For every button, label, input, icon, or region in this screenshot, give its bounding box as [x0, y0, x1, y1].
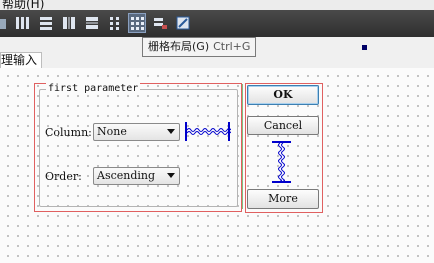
horizontal-spacer[interactable] [185, 122, 231, 142]
toolbar-button-break-layout[interactable] [151, 13, 169, 33]
layout-divider [242, 84, 243, 209]
more-button[interactable]: More [247, 189, 319, 209]
toolbar-button-form-layout[interactable] [106, 13, 124, 33]
adjust-size-icon [176, 16, 190, 30]
status-marker [362, 45, 367, 50]
toolbar-button-edit-widgets[interactable] [0, 13, 12, 33]
column-combobox[interactable]: None [93, 123, 180, 141]
tooltip-shortcut: Ctrl+G [213, 40, 251, 53]
parameter-groupbox [39, 89, 238, 207]
layout-vertical-icon [40, 17, 52, 30]
cancel-button[interactable]: Cancel [247, 116, 319, 135]
splitter-vertical-icon [86, 17, 98, 29]
menu-bar: 帮助(H) [0, 0, 434, 10]
toolbar-button-grid-layout[interactable] [128, 13, 146, 33]
toolbar-button-layout-vertical[interactable] [37, 13, 55, 33]
groupbox-title: first parameter [46, 83, 141, 94]
toolbar-button-layout-horizontal[interactable] [13, 13, 31, 33]
order-label: Order: [45, 170, 82, 183]
order-combobox[interactable]: Ascending [93, 167, 180, 185]
menu-help[interactable]: 帮助(H) [2, 0, 44, 10]
tooltip: 栅格布局(G) Ctrl+G [142, 37, 257, 57]
tab-active[interactable]: 理输入 [0, 52, 43, 68]
ok-button-label: OK [273, 88, 293, 101]
toolbar-button-splitter-vertical[interactable] [83, 13, 101, 33]
edit-widgets-icon [0, 19, 6, 29]
cancel-button-label: Cancel [263, 119, 303, 132]
toolbar-button-adjust-size[interactable] [174, 13, 192, 33]
layout-horizontal-icon [16, 17, 29, 29]
form-layout-icon [110, 17, 119, 30]
ok-button[interactable]: OK [247, 85, 319, 105]
break-layout-icon [154, 18, 167, 29]
chevron-down-icon [167, 173, 175, 178]
order-combobox-value: Ascending [97, 169, 156, 182]
tooltip-text: 栅格布局(G) [148, 40, 210, 53]
chevron-down-icon [167, 129, 175, 134]
more-button-label: More [268, 192, 298, 205]
column-label: Column: [45, 126, 92, 139]
toolbar-button-splitter-horizontal[interactable] [60, 13, 78, 33]
splitter-horizontal-icon [63, 17, 75, 29]
grid-layout-icon [131, 17, 144, 30]
layout-toolbar [0, 10, 434, 37]
column-combobox-value: None [97, 125, 127, 138]
vertical-spacer[interactable] [272, 141, 292, 184]
